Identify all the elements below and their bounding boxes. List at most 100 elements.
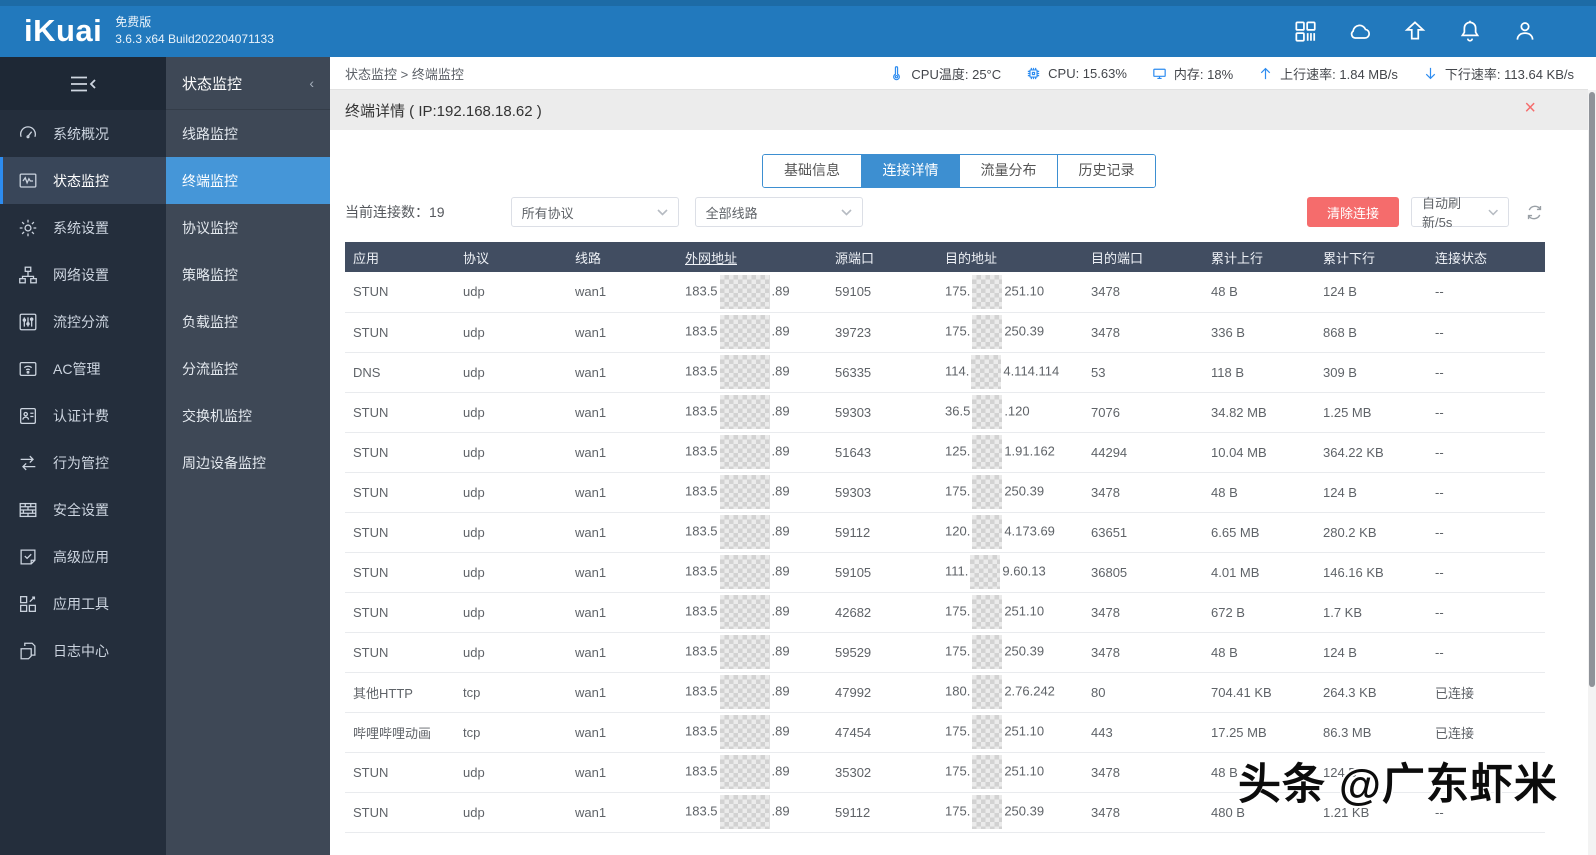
table-row: STUN udp wan1 183.5.89 59112 120. 4.173.69 6365…	[345, 512, 1545, 553]
sidebar-item-system-overview[interactable]: 系统概况	[0, 110, 166, 157]
sidebar-item-network-settings[interactable]: 网络设置	[0, 251, 166, 298]
download-rate-metric: 下行速率: 113.64 KB/s	[1422, 64, 1574, 83]
cell-src-port: 59105	[827, 272, 937, 313]
cell-protocol: udp	[455, 592, 567, 633]
tab-connection-details[interactable]: 连接详情	[861, 155, 959, 187]
censored-ip-blur	[972, 274, 1003, 309]
submenu-item-switch-monitor[interactable]: 交换机监控	[166, 392, 330, 439]
submenu-item-policy-monitor[interactable]: 策略监控	[166, 251, 330, 298]
apps-grid-icon[interactable]	[1292, 18, 1318, 44]
line-filter-select[interactable]: 全部线路	[694, 197, 863, 227]
cpu-temp-metric: CPU温度: 25°C	[888, 64, 1001, 83]
sidebar-item-label: 应用工具	[53, 595, 109, 612]
cell-src-port: 59529	[827, 632, 937, 673]
cell-protocol: tcp	[455, 672, 567, 713]
censored-ip-blur	[719, 475, 770, 509]
cell-app: 其他HTTP	[345, 672, 455, 713]
cell-line: wan1	[567, 272, 677, 313]
censored-ip-blur	[972, 395, 1003, 429]
cell-dst-address: 125. 1.91.162	[937, 432, 1083, 473]
cell-dst-address: 175. 250.39	[937, 632, 1083, 673]
user-icon[interactable]	[1512, 18, 1538, 44]
censored-ip-blur	[719, 395, 770, 429]
cell-dst-port: 36805	[1083, 552, 1203, 593]
table-header: 应用 协议 线路 外网地址 源端口 目的地址 目的端口 累计上行 累计下行 连接…	[345, 242, 1545, 272]
censored-ip-blur	[719, 515, 770, 549]
scrollbar-thumb[interactable]	[1589, 92, 1595, 687]
cell-line: wan1	[567, 312, 677, 353]
sidebar-item-app-tools[interactable]: 应用工具	[0, 580, 166, 627]
submenu-item-peripheral-monitor[interactable]: 周边设备监控	[166, 439, 330, 486]
refresh-button[interactable]	[1524, 202, 1545, 223]
auto-refresh-select[interactable]: 自动刷新/5s	[1411, 196, 1509, 230]
firewall-icon	[19, 502, 37, 517]
cell-dst-port: 3478	[1083, 592, 1203, 633]
id-card-icon	[20, 407, 36, 424]
censored-ip-blur	[719, 274, 770, 309]
clear-connections-button[interactable]: 清除连接	[1307, 197, 1399, 227]
tab-traffic-distribution[interactable]: 流量分布	[959, 155, 1057, 187]
submenu-collapse-icon[interactable]: ‹	[309, 75, 314, 91]
cell-dst-address: 36.5.120	[937, 392, 1083, 433]
table-row: STUN udp wan1 183.5.89 59303 36.5.120 7076 34.8…	[345, 392, 1545, 433]
status-bar: 状态监控 > 终端监控 CPU温度: 25°C CPU: 15.63% 内存: …	[330, 57, 1588, 90]
submenu-item-load-monitor[interactable]: 负载监控	[166, 298, 330, 345]
cell-protocol: udp	[455, 552, 567, 593]
gauge-icon	[20, 125, 36, 138]
sidebar-item-ac-management[interactable]: AC管理	[0, 345, 166, 392]
doc-check-icon	[20, 548, 36, 565]
sidebar-item-system-settings[interactable]: 系统设置	[0, 204, 166, 251]
edition-info: 免费版 3.6.3 x64 Build202204071133	[115, 14, 274, 49]
cell-state: --	[1427, 512, 1545, 553]
protocol-filter-select[interactable]: 所有协议	[510, 197, 679, 227]
sidebar-item-advanced-apps[interactable]: 高级应用	[0, 533, 166, 580]
sidebar-item-label: 行为管控	[53, 454, 109, 471]
sidebar-item-security-settings[interactable]: 安全设置	[0, 486, 166, 533]
cell-line: wan1	[567, 552, 677, 593]
cell-protocol: udp	[455, 352, 567, 393]
memory-label: 内存: 18%	[1173, 66, 1234, 82]
memory-metric: 内存: 18%	[1151, 64, 1233, 83]
submenu-item-label: 策略监控	[182, 266, 238, 283]
submenu-item-line-monitor[interactable]: 线路监控	[166, 110, 330, 157]
sidebar-collapse-button[interactable]	[0, 57, 166, 110]
cloud-icon[interactable]	[1347, 18, 1373, 44]
table-row: STUN udp wan1 183.5.89 51643 125. 1.91.162 4429…	[345, 432, 1545, 473]
cell-app: STUN	[345, 272, 455, 313]
tab-history[interactable]: 历史记录	[1057, 155, 1155, 187]
close-icon[interactable]: ×	[1524, 98, 1536, 118]
cell-src-port: 59303	[827, 392, 937, 433]
submenu-item-split-monitor[interactable]: 分流监控	[166, 345, 330, 392]
table-row: DNS udp wan1 183.5.89 56335 114. 4.114.114 53 11…	[345, 352, 1545, 393]
cell-total-up: 48 B	[1203, 272, 1315, 313]
cell-dst-address: 180. 2.76.242	[937, 672, 1083, 713]
submenu-item-terminal-monitor[interactable]: 终端监控	[166, 157, 330, 204]
cell-protocol: udp	[455, 392, 567, 433]
cell-wan-address: 183.5.89	[677, 712, 827, 753]
censored-ip-blur	[719, 555, 770, 589]
vertical-scrollbar[interactable]	[1588, 90, 1596, 855]
submenu-item-label: 分流监控	[182, 360, 238, 377]
sidebar-item-flow-control[interactable]: 流控分流	[0, 298, 166, 345]
submenu-item-protocol-monitor[interactable]: 协议监控	[166, 204, 330, 251]
home-up-icon[interactable]	[1402, 18, 1428, 44]
chevron-down-icon	[657, 208, 668, 216]
sidebar-item-label: AC管理	[53, 360, 101, 377]
sidebar-item-status-monitor[interactable]: 状态监控	[0, 157, 166, 204]
tab-basic-info[interactable]: 基础信息	[763, 155, 861, 187]
sidebar-item-log-center[interactable]: 日志中心	[0, 627, 166, 674]
cell-protocol: udp	[455, 472, 567, 513]
col-header-app: 应用	[345, 242, 455, 272]
bell-icon[interactable]	[1457, 18, 1483, 44]
submenu-item-label: 交换机监控	[182, 407, 252, 424]
sidebar-item-behavior-control[interactable]: 行为管控	[0, 439, 166, 486]
sidebar-item-auth-billing[interactable]: 认证计费	[0, 392, 166, 439]
cell-line: wan1	[567, 752, 677, 793]
tools-grid-icon	[20, 595, 36, 612]
sidebar-item-label: 认证计费	[53, 407, 109, 424]
sidebar-item-label: 网络设置	[53, 266, 109, 283]
cell-dst-port: 63651	[1083, 512, 1203, 553]
col-header-src-port: 源端口	[827, 242, 937, 272]
cell-total-up: 672 B	[1203, 592, 1315, 633]
chevron-down-icon	[841, 208, 852, 216]
